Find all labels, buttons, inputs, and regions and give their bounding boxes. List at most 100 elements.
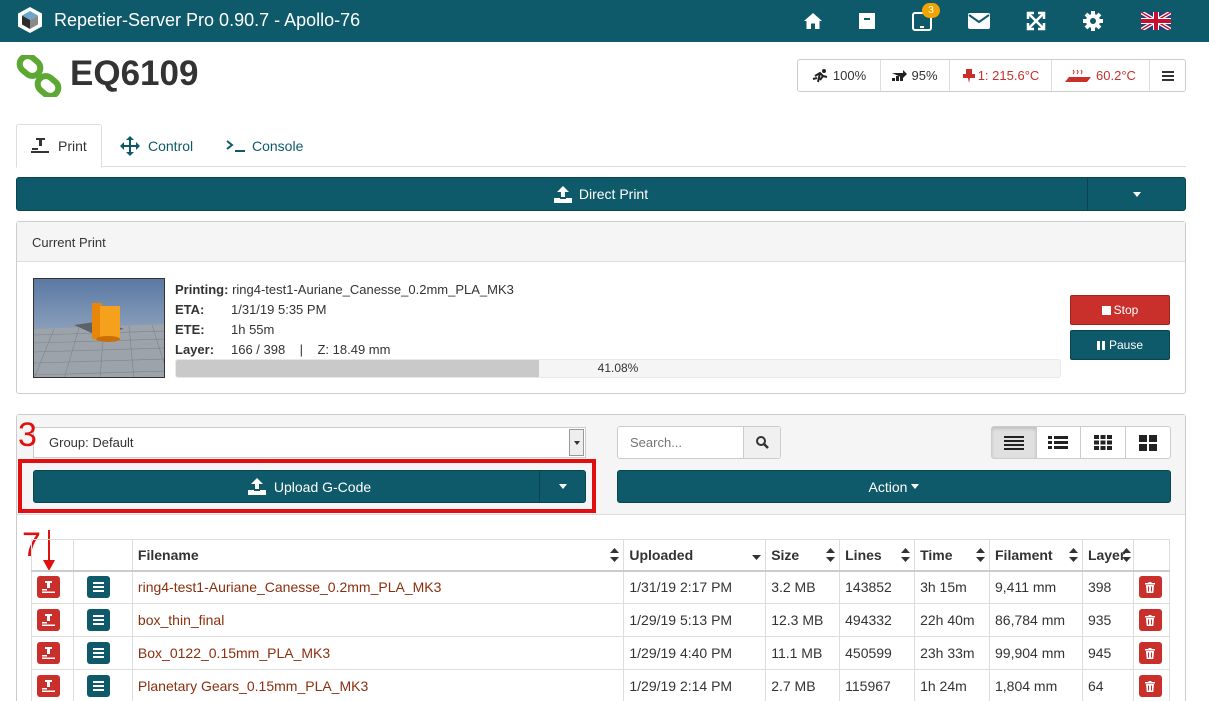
lines-cell: 115967 [839, 669, 916, 701]
print-info: Printing: ring4-test1-Auriane_Canesse_0.… [175, 280, 514, 360]
sort-icon [976, 548, 985, 562]
print-file-button[interactable] [37, 576, 60, 599]
filename-cell[interactable]: Planetary Gears_0.15mm_PLA_MK3 [131, 669, 625, 701]
lines-icon [92, 582, 104, 593]
delete-cell [1132, 669, 1171, 701]
move-arrows-icon [120, 135, 140, 156]
col-filename-label: Filename [137, 546, 199, 563]
print-file-button[interactable] [37, 642, 60, 664]
delete-cell [1132, 603, 1171, 637]
bed-temp-status[interactable]: 60.2°C [1052, 60, 1150, 91]
trash-icon [1145, 614, 1156, 626]
eta-value: 1/31/19 5:35 PM [231, 302, 327, 317]
layer-cell: 945 [1081, 636, 1134, 670]
col-filament[interactable]: Filament [989, 539, 1083, 571]
col-uploaded[interactable]: Uploaded [623, 539, 767, 571]
stop-button[interactable]: Stop [1070, 295, 1170, 325]
sort-icon [1068, 548, 1078, 562]
flow-status[interactable]: 95% [881, 60, 950, 91]
time-cell: 22h 40m [914, 603, 990, 637]
col-lines-label: Lines [845, 546, 882, 563]
print-progress-bar: 41.08% [175, 359, 1061, 378]
filename-cell[interactable]: box_thin_final [131, 603, 625, 637]
direct-print-label: Direct Print [578, 186, 649, 202]
delete-file-button[interactable] [1138, 642, 1162, 664]
layer-cell: 64 [1081, 669, 1134, 701]
sort-icon [901, 548, 911, 562]
status-menu-button[interactable] [1150, 60, 1185, 91]
col-size[interactable]: Size [765, 539, 841, 571]
col-info [72, 539, 133, 571]
search-input[interactable] [618, 427, 743, 458]
direct-print-button[interactable]: Direct Print [16, 177, 1186, 211]
tab-print-label: Print [58, 138, 87, 154]
home-icon[interactable] [801, 9, 825, 33]
speed-status[interactable]: 100% [798, 60, 881, 91]
uploaded-cell: 1/31/19 2:17 PM [623, 569, 767, 604]
upload-highlight-box [18, 459, 596, 513]
speed-value: 100% [832, 68, 867, 83]
group-select-arrow[interactable] [569, 429, 584, 456]
pause-icon [1096, 340, 1105, 350]
print-head-icon [42, 647, 55, 659]
uk-flag-icon[interactable] [1140, 9, 1172, 33]
print-file-button[interactable] [37, 675, 60, 697]
info-cell [72, 569, 133, 604]
col-time-label: Time [920, 546, 953, 563]
print-cell [31, 603, 74, 637]
file-info-button[interactable] [86, 642, 110, 664]
col-time[interactable]: Time [914, 539, 990, 571]
action-button[interactable]: Action [617, 470, 1171, 503]
group-select-value: Group: Default [49, 435, 134, 450]
col-layer[interactable]: Layer [1081, 539, 1134, 571]
print-file-button[interactable] [37, 609, 60, 631]
caret-down-icon [911, 484, 920, 489]
terminal-icon [226, 139, 245, 152]
tab-console[interactable]: Console [226, 124, 303, 167]
fullscreen-icon[interactable] [1024, 9, 1048, 33]
gear-icon[interactable] [1081, 9, 1105, 33]
search-box [617, 426, 781, 459]
print-cell [31, 669, 74, 701]
filename-cell[interactable]: ring4-test1-Auriane_Canesse_0.2mm_PLA_MK… [131, 569, 625, 604]
lines-icon [92, 615, 104, 625]
annotation-step-upload: 3 [18, 416, 37, 454]
flow-icon [892, 69, 908, 81]
file-info-button[interactable] [86, 576, 110, 599]
table-row: ring4-test1-Auriane_Canesse_0.2mm_PLA_MK… [31, 569, 1171, 604]
view-list-button[interactable] [992, 427, 1037, 458]
view-large-grid-button[interactable] [1126, 427, 1170, 458]
extruder-temp-status[interactable]: 1: 215.6°C [950, 60, 1052, 91]
tab-print[interactable]: Print [16, 124, 102, 168]
view-small-grid-button[interactable] [1081, 427, 1126, 458]
table-row: Box_0122_0.15mm_PLA_MK3 1/29/19 4:40 PM … [31, 636, 1171, 670]
print-head-icon [42, 581, 55, 594]
group-select[interactable]: Group: Default [33, 427, 586, 458]
tab-control[interactable]: Control [120, 124, 193, 167]
col-filename[interactable]: Filename [131, 539, 625, 571]
table-row: box_thin_final 1/29/19 5:13 PM 12.3 MB 4… [31, 603, 1171, 637]
direct-print-dropdown-toggle[interactable] [1087, 178, 1185, 210]
file-info-button[interactable] [86, 675, 110, 697]
delete-file-button[interactable] [1138, 675, 1162, 697]
lines-cell: 494332 [839, 603, 916, 637]
info-cell [72, 636, 133, 670]
list-view-icon [1003, 435, 1024, 450]
caret-down-icon [1132, 191, 1141, 197]
delete-file-button[interactable] [1138, 609, 1162, 631]
view-detail-list-button[interactable] [1037, 427, 1081, 458]
view-mode-toggle [991, 426, 1171, 459]
file-table-body: ring4-test1-Auriane_Canesse_0.2mm_PLA_MK… [31, 569, 1171, 701]
pause-button[interactable]: Pause [1070, 330, 1170, 360]
envelope-icon[interactable] [967, 9, 991, 33]
archive-box-icon[interactable] [855, 9, 879, 33]
file-info-button[interactable] [86, 609, 110, 631]
search-button[interactable] [743, 427, 780, 458]
delete-file-button[interactable] [1138, 576, 1162, 599]
filename-cell[interactable]: Box_0122_0.15mm_PLA_MK3 [131, 636, 625, 670]
extruder-temp-value: 1: 215.6°C [977, 68, 1040, 83]
printer-name: EQ6109 [70, 54, 199, 93]
col-lines[interactable]: Lines [839, 539, 916, 571]
uploaded-cell: 1/29/19 2:14 PM [623, 669, 767, 701]
lines-icon [92, 648, 104, 658]
